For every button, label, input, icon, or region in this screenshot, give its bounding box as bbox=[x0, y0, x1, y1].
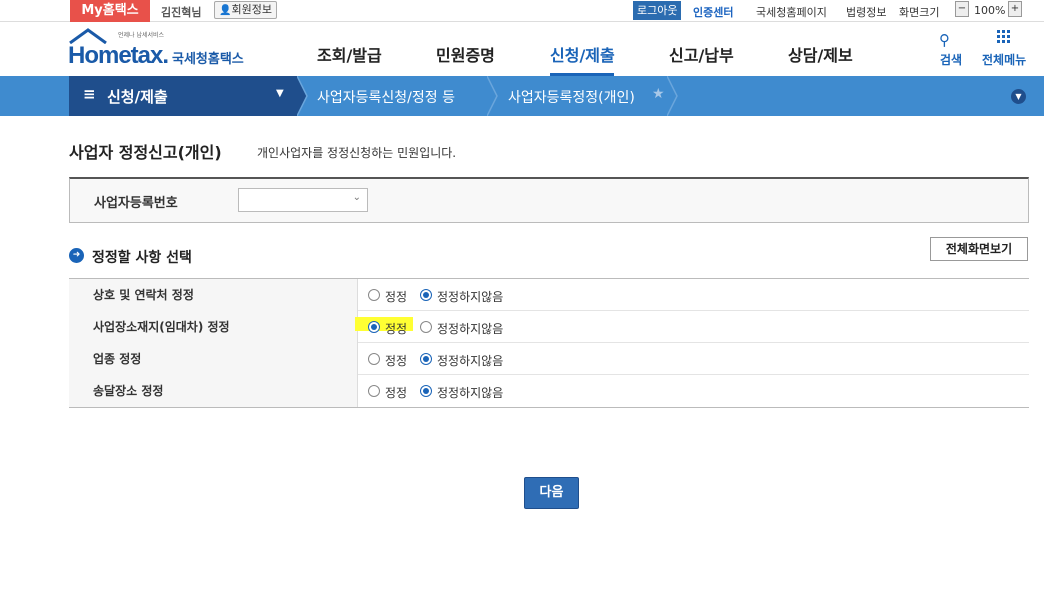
member-info-button[interactable]: 👤회원정보 bbox=[214, 1, 277, 19]
biz-number-panel: 사업자등록번호 ⌄ bbox=[69, 177, 1029, 223]
search-label[interactable]: 검색 bbox=[940, 51, 962, 68]
radio-no-correct-label[interactable]: 정정하지않음 bbox=[437, 384, 503, 401]
grid-menu-icon[interactable] bbox=[997, 30, 1011, 44]
nav-inquiry[interactable]: 조회/발급 bbox=[317, 42, 382, 66]
radio-correct[interactable] bbox=[368, 321, 380, 333]
user-name: 김진혁님 bbox=[161, 6, 202, 19]
radio-no-correct-label[interactable]: 정정하지않음 bbox=[437, 352, 503, 369]
radio-correct-label[interactable]: 정정 bbox=[385, 352, 407, 369]
nav-application[interactable]: 신청/제출 bbox=[550, 42, 615, 66]
breadcrumb-separator-icon bbox=[487, 76, 498, 116]
law-info-link[interactable]: 법령정보 bbox=[846, 4, 886, 20]
breadcrumb-level2[interactable]: 사업자등록신청/정정 등 bbox=[317, 87, 455, 107]
arrow-circle-icon: ➜ bbox=[69, 248, 84, 263]
chevron-down-icon: ⌄ bbox=[352, 192, 361, 203]
breadcrumb-main-label: 신청/제출 bbox=[107, 88, 168, 106]
search-icon[interactable]: ⚲ bbox=[939, 31, 950, 49]
nav-certificates[interactable]: 민원증명 bbox=[436, 42, 495, 66]
hamburger-icon: ≡ bbox=[83, 85, 96, 103]
section-title: 정정할 사항 선택 bbox=[92, 250, 192, 266]
table-row: 업종 정정 정정 정정하지않음 bbox=[69, 343, 1029, 375]
radio-correct[interactable] bbox=[368, 353, 380, 365]
logo-wordmark: Hometax. bbox=[68, 42, 169, 69]
radio-no-correct[interactable] bbox=[420, 353, 432, 365]
biz-number-label: 사업자등록번호 bbox=[94, 196, 178, 211]
logout-button[interactable]: 로그아웃 bbox=[633, 1, 682, 20]
breadcrumb-main-menu[interactable]: ≡ 신청/제출 ▼ bbox=[69, 76, 297, 116]
table-row: 사업장소재지(임대차) 정정 정정 정정하지않음 bbox=[69, 311, 1029, 343]
nav-consult-report[interactable]: 상담/제보 bbox=[788, 42, 853, 66]
radio-no-correct[interactable] bbox=[420, 321, 432, 333]
biz-number-select[interactable]: ⌄ bbox=[238, 188, 368, 212]
radio-correct-label[interactable]: 정정 bbox=[385, 320, 407, 337]
option-label: 업종 정정 bbox=[69, 343, 358, 375]
main-header: 언제나 납세서비스 Hometax. 국세청홈택스 조회/발급 민원증명 신청/… bbox=[0, 22, 1044, 76]
favorite-star-icon[interactable]: ★ bbox=[652, 86, 665, 102]
my-hometax-tab[interactable]: My홈택스 bbox=[70, 0, 150, 22]
option-label: 사업장소재지(임대차) 정정 bbox=[69, 311, 358, 343]
zoom-value: 100% bbox=[974, 4, 1006, 17]
cert-center-link[interactable]: 인증센터 bbox=[693, 4, 733, 20]
zoom-out-button[interactable]: − bbox=[955, 1, 969, 17]
breadcrumb: ≡ 신청/제출 ▼ 사업자등록신청/정정 등 사업자등록정정(개인) ★ ▼ bbox=[0, 76, 1044, 116]
radio-correct[interactable] bbox=[368, 385, 380, 397]
option-label: 상호 및 연락처 정정 bbox=[69, 279, 358, 311]
all-menu-label[interactable]: 전체메뉴 bbox=[982, 51, 1026, 68]
options-table: 상호 및 연락처 정정 정정 정정하지않음 사업장소재지(임대차) 정정 정정 … bbox=[69, 278, 1029, 408]
next-button[interactable]: 다음 bbox=[524, 477, 579, 509]
breadcrumb-separator-icon bbox=[667, 76, 678, 116]
full-view-button[interactable]: 전체화면보기 bbox=[930, 237, 1028, 261]
option-label: 송달장소 정정 bbox=[69, 375, 358, 407]
page-description: 개인사업자를 정정신청하는 민원입니다. bbox=[257, 146, 457, 160]
radio-correct-label[interactable]: 정정 bbox=[385, 288, 407, 305]
expand-down-icon[interactable]: ▼ bbox=[1011, 89, 1026, 104]
radio-no-correct-label[interactable]: 정정하지않음 bbox=[437, 320, 503, 337]
logo-korean: 국세청홈택스 bbox=[172, 52, 244, 67]
zoom-in-button[interactable]: + bbox=[1008, 1, 1022, 17]
logo-tagline: 언제나 납세서비스 bbox=[118, 32, 165, 39]
radio-no-correct-label[interactable]: 정정하지않음 bbox=[437, 288, 503, 305]
table-row: 상호 및 연락처 정정 정정 정정하지않음 bbox=[69, 279, 1029, 311]
radio-correct[interactable] bbox=[368, 289, 380, 301]
top-utility-bar: My홈택스 김진혁님 👤회원정보 로그아웃 인증센터 국세청홈페이지 법령정보 … bbox=[0, 0, 1044, 22]
radio-no-correct[interactable] bbox=[420, 385, 432, 397]
breadcrumb-separator-icon bbox=[297, 76, 308, 116]
breadcrumb-level3[interactable]: 사업자등록정정(개인) bbox=[508, 87, 635, 107]
radio-no-correct[interactable] bbox=[420, 289, 432, 301]
radio-correct-label[interactable]: 정정 bbox=[385, 384, 407, 401]
hometax-logo[interactable]: 언제나 납세서비스 Hometax. 국세청홈택스 bbox=[68, 28, 248, 72]
nav-filing-payment[interactable]: 신고/납부 bbox=[669, 42, 734, 66]
nts-homepage-link[interactable]: 국세청홈페이지 bbox=[756, 4, 827, 20]
caret-down-icon: ▼ bbox=[276, 88, 284, 99]
person-icon: 👤 bbox=[219, 5, 232, 16]
screen-size-label: 화면크기 bbox=[899, 6, 940, 19]
member-info-label: 회원정보 bbox=[231, 3, 272, 16]
table-row: 송달장소 정정 정정 정정하지않음 bbox=[69, 375, 1029, 407]
page-title: 사업자 정정신고(개인) bbox=[69, 143, 222, 162]
